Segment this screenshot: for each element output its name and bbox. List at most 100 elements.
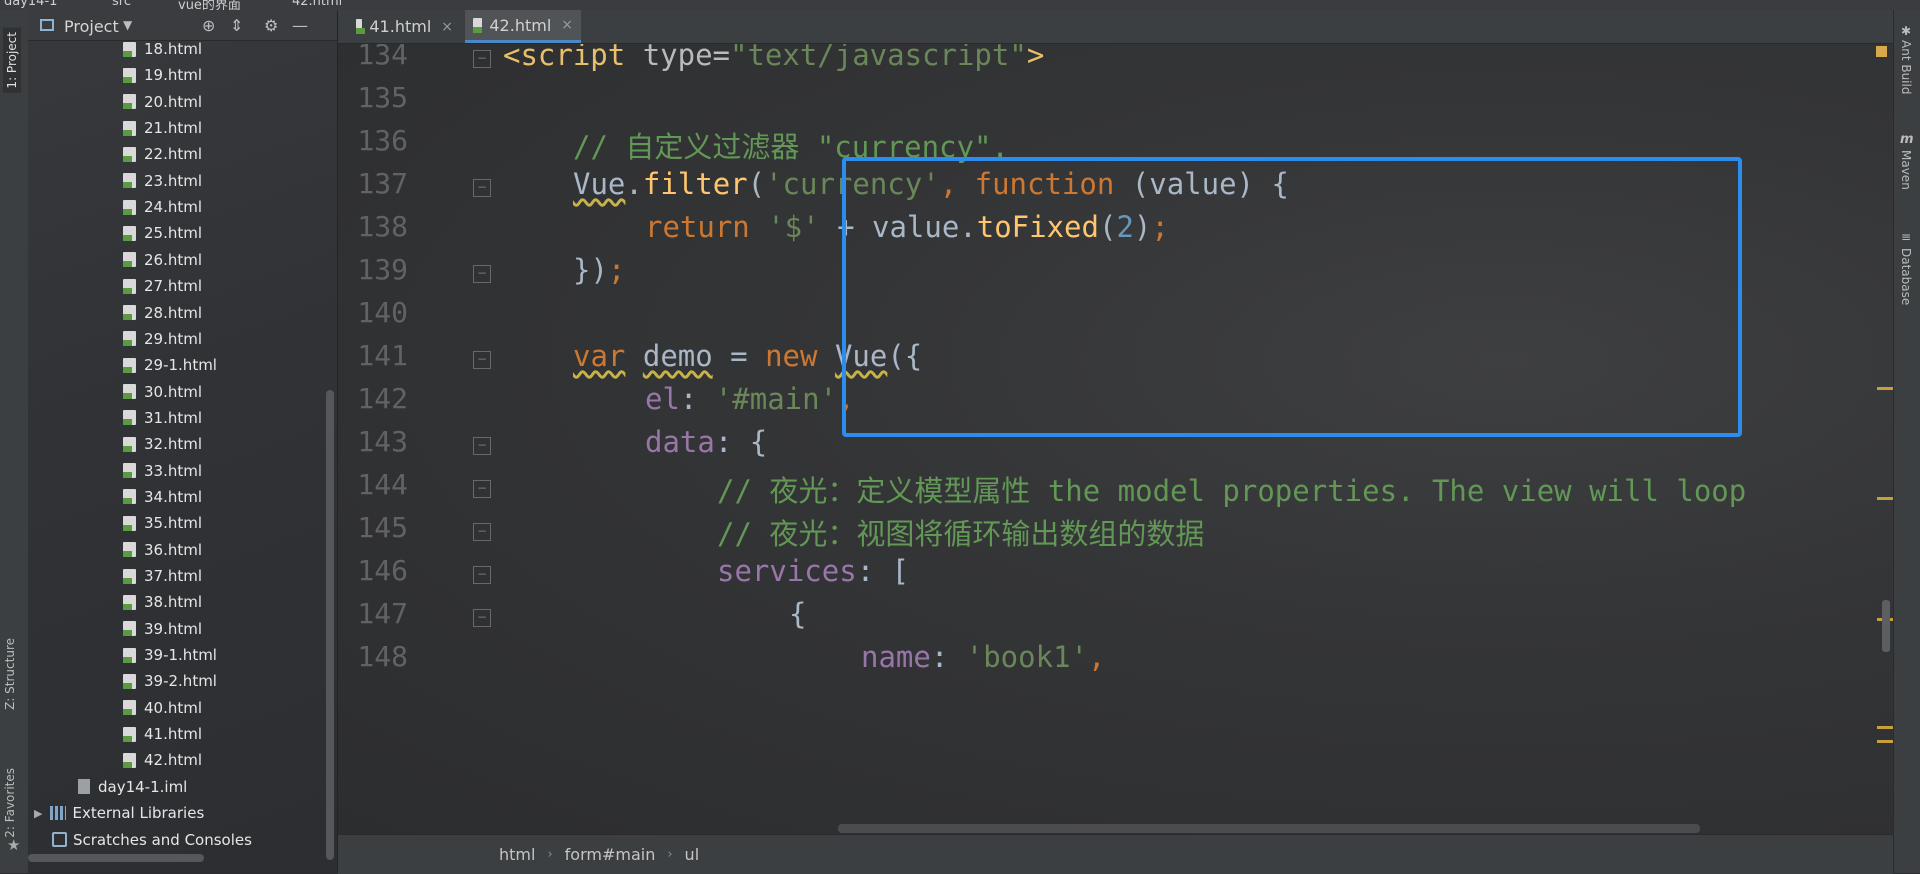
fold-marker-icon[interactable]: − [473,523,491,541]
tree-file-item[interactable]: 21.html [123,116,202,140]
tree-file-item[interactable]: 20.html [123,90,202,114]
code-line-144: // 夜光：定义模型属性 the model properties. The v… [717,474,1747,508]
tree-external-libraries[interactable]: ▶ External Libraries [34,801,204,825]
code-line-147: { [789,597,807,631]
project-title[interactable]: Project [64,17,119,36]
tree-file-item[interactable]: 42.html [123,748,202,772]
tree-file-label: 41.html [144,725,203,744]
tree-file-item[interactable]: 18.html [123,37,202,61]
tree-file-item[interactable]: 40.html [123,696,202,720]
warning-marker[interactable] [1877,740,1893,743]
tree-file-label: 27.html [144,277,203,296]
breadcrumb-ul[interactable]: ul [685,845,700,864]
fold-marker-icon[interactable]: − [473,265,491,283]
code-line-148: name: 'book1', [861,640,1106,674]
tree-file-item[interactable]: 39.html [123,617,202,641]
tool-tab-favorites[interactable]: 2: Favorites [3,768,17,838]
tree-file-item[interactable]: 26.html [123,248,202,272]
right-tool-strip: ✱ Ant Build m Maven ≡ Database [1893,10,1920,873]
tree-file-item[interactable]: 37.html [123,564,202,588]
iml-file-icon [78,779,90,795]
tool-tab-database[interactable]: Database [1899,248,1913,305]
line-number: 140 [357,296,408,329]
line-number: 146 [357,554,408,587]
tree-file-item[interactable]: 22.html [123,142,202,166]
tree-file-item[interactable]: 36.html [123,538,202,562]
crumb-src[interactable]: src [112,0,131,9]
star-icon[interactable]: ★ [7,836,20,854]
gear-icon[interactable]: ⚙ [264,16,278,35]
locate-icon[interactable]: ⊕ [202,16,215,35]
fold-marker-icon[interactable]: − [473,609,491,627]
tree-file-item[interactable]: 39-1.html [123,643,217,667]
html-file-icon [123,673,136,689]
tree-file-item[interactable]: 38.html [123,590,202,614]
html-file-icon [123,621,136,637]
editor-vscrollbar[interactable] [1882,600,1890,652]
tree-file-item[interactable]: 33.html [123,459,202,483]
breadcrumb-html[interactable]: html [499,845,535,864]
chevron-down-icon[interactable]: ▼ [123,18,132,32]
expand-arrow-icon[interactable]: ▶ [34,807,42,820]
crumb-folder[interactable]: vue的界面 [178,0,241,10]
collapse-all-icon[interactable]: ⇕ [230,16,243,35]
warning-marker[interactable] [1877,726,1893,729]
tree-file-item[interactable]: 32.html [123,432,202,456]
tree-file-item[interactable]: 34.html [123,485,202,509]
tree-file-item[interactable]: 28.html [123,301,202,325]
html-file-icon [123,173,136,189]
editor-hscrollbar[interactable] [838,824,1700,833]
code-editor[interactable]: 134 − 135 136 137 − 138 139 − 140 141 − 142 143 − 144 − 1… [338,44,1893,834]
fold-marker-icon[interactable]: − [473,480,491,498]
project-hscrollbar[interactable] [28,854,204,862]
html-file-icon [123,489,136,505]
html-file-icon [123,700,136,716]
code-line-146: services: [ [717,554,910,588]
tab-42-html[interactable]: 42.html × [465,10,581,43]
fold-marker-icon[interactable]: − [473,566,491,584]
tool-tab-structure[interactable]: Z: Structure [3,638,17,710]
fold-marker-icon[interactable]: − [473,437,491,455]
library-icon [50,806,67,821]
line-number: 135 [357,81,408,114]
tree-file-item[interactable]: 31.html [123,406,202,430]
tree-label: External Libraries [72,804,205,823]
tab-41-html[interactable]: 41.html × [348,10,461,43]
tree-file-item[interactable]: 19.html [123,63,202,87]
fold-marker-icon[interactable]: − [473,351,491,369]
tree-file-item[interactable]: 39-2.html [123,669,217,693]
tree-file-item[interactable]: 35.html [123,511,202,535]
warning-marker[interactable] [1877,497,1893,500]
crumb-file[interactable]: 42.html [292,0,342,9]
tree-file-item[interactable]: 27.html [123,274,202,298]
line-number: 141 [357,339,408,372]
tree-file-item[interactable]: 29.html [123,327,202,351]
tree-file-item[interactable]: 23.html [123,169,202,193]
tree-file-item[interactable]: 24.html [123,195,202,219]
tool-tab-project[interactable]: 1: Project [3,28,21,93]
fold-marker-icon[interactable]: − [473,179,491,197]
tool-tab-ant-build[interactable]: Ant Build [1899,40,1913,94]
tree-file-label: 35.html [144,514,203,533]
tree-file-item[interactable]: 41.html [123,722,202,746]
warning-marker[interactable] [1877,387,1893,390]
tree-file-item[interactable]: 29-1.html [123,353,217,377]
tool-tab-maven[interactable]: Maven [1899,150,1913,190]
tree-scratches[interactable]: Scratches and Consoles [52,828,252,852]
project-scrollbar[interactable] [326,390,334,860]
line-number: 136 [357,124,408,157]
breadcrumb-form[interactable]: form#main [565,845,656,864]
tree-file-item[interactable]: 30.html [123,380,202,404]
minimize-icon[interactable]: — [292,16,308,35]
tree-file-label: 39-2.html [144,672,217,691]
crumb-project[interactable]: day14-1 [4,0,57,9]
error-stripe [1873,44,1893,834]
line-number: 137 [357,167,408,200]
tree-iml-item[interactable]: day14-1.iml [78,775,187,799]
close-icon[interactable]: × [561,17,573,33]
tree-file-item[interactable]: 25.html [123,221,202,245]
html-file-icon [356,19,366,34]
tree-file-label: 37.html [144,567,203,585]
close-icon[interactable]: × [441,19,453,35]
fold-marker-icon[interactable]: − [473,50,491,68]
